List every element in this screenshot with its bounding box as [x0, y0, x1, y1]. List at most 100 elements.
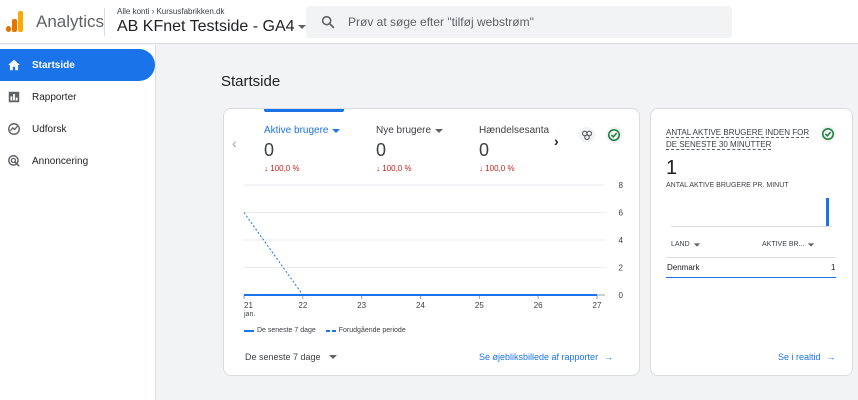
caret-down-icon — [435, 128, 444, 133]
insights-icon[interactable] — [578, 126, 596, 144]
realtime-card: Antal aktive brugere inden for de senest… — [650, 108, 853, 376]
metric-label-text: Nye brugere — [376, 125, 432, 136]
caret-down-icon — [693, 242, 700, 247]
search-bar[interactable]: Prøv at søge efter "tilføj webstrøm" — [306, 6, 732, 38]
realtime-subtitle: Antal aktive brugere pr. minut — [666, 182, 789, 189]
x-tick-label: 25 — [475, 301, 484, 310]
sidebar-item-label: Startside — [32, 59, 75, 71]
y-tick-label: 0 — [619, 291, 624, 300]
table-row-highlight — [666, 277, 836, 278]
metric-change: ↓ 100,0 % — [376, 164, 412, 173]
realtime-title: Antal aktive brugere inden for de senest… — [666, 127, 818, 151]
metric-change: ↓ 100,0 % — [264, 164, 300, 173]
y-tick-label: 8 — [619, 181, 624, 190]
sidebar: Startside Rapporter Udforsk Annoncering — [0, 45, 156, 400]
sidebar-item-annoncering[interactable]: Annoncering — [0, 145, 155, 177]
realtime-link-label: Se i realtid — [778, 352, 821, 362]
caret-down-icon — [328, 355, 337, 359]
breadcrumb-account[interactable]: Kursusfabrikken.dk — [156, 7, 224, 16]
legend-swatch-dashed — [325, 329, 336, 332]
x-tick-label: 23 — [357, 301, 366, 310]
metric-label-text: Aktive brugere — [264, 125, 329, 136]
table-divider — [666, 257, 836, 258]
chevron-right-icon: › — [151, 6, 155, 16]
page-title: Startside — [221, 73, 281, 90]
metric-new-users[interactable]: Nye brugere 0 ↓ 100,0 % — [376, 125, 444, 173]
line-chart: 0246821 22 23 24 25 26 27jan. — [243, 181, 624, 318]
sidebar-item-label: Udforsk — [32, 123, 67, 135]
legend-item-current: De seneste 7 dage — [244, 327, 316, 334]
metric-change: ↓ 100,0 % — [479, 164, 515, 173]
metric-label-active-users[interactable]: Aktive brugere — [264, 125, 341, 136]
active-tab-indicator — [264, 109, 344, 112]
x-tick-label: 24 — [416, 301, 425, 310]
check-circle-icon[interactable] — [605, 126, 623, 144]
metric-value: 0 — [264, 140, 275, 160]
legend-label: De seneste 7 dage — [257, 327, 316, 334]
y-tick-label: 4 — [619, 236, 624, 245]
metric-event-count[interactable]: Hændelsesanta 0 ↓ 100,0 % — [479, 125, 549, 173]
search-icon — [321, 15, 335, 29]
column-label: LAND — [671, 241, 690, 248]
x-tick-label: 27 — [593, 301, 602, 310]
period-selector[interactable]: De seneste 7 dage — [245, 352, 337, 362]
y-tick-label: 2 — [619, 264, 624, 273]
search-input[interactable]: Prøv at søge efter "tilføj webstrøm" — [348, 15, 534, 29]
metric-value: 0 — [479, 140, 490, 160]
table-cell-users: 1 — [831, 263, 836, 272]
breadcrumb-all-accounts[interactable]: Alle konti — [117, 7, 149, 16]
report-snapshot-link[interactable]: Se øjebliksbillede af rapporter → — [479, 352, 613, 362]
column-header-users[interactable]: AKTIVE BR... — [762, 241, 815, 248]
realtime-bar — [825, 198, 829, 226]
legend-label: Forudgående periode — [338, 327, 406, 334]
sidebar-item-label: Rapporter — [32, 91, 77, 103]
property-selector[interactable]: AB KFnet Testside - GA4 — [117, 18, 306, 36]
home-icon — [8, 59, 20, 71]
legend-swatch-solid — [244, 329, 254, 332]
series-line-previous — [243, 212, 597, 296]
table-cell-country: Denmark — [667, 263, 700, 272]
breadcrumb[interactable]: Alle konti › Kursusfabrikken.dk — [117, 6, 225, 16]
metric-active-users[interactable]: Aktive brugere 0 ↓ 100,0 % — [264, 125, 341, 173]
advertising-icon — [8, 155, 20, 167]
chevron-left-icon[interactable]: ‹ — [232, 135, 237, 151]
bar-chart-icon — [8, 91, 20, 103]
property-name: AB KFnet Testside - GA4 — [117, 18, 295, 35]
x-tick-label: 22 — [298, 301, 307, 310]
chevron-right-icon[interactable]: › — [554, 133, 559, 149]
realtime-bar-chart — [671, 195, 831, 227]
overview-card: ‹ Aktive brugere 0 ↓ 100,0 % Nye brugere… — [223, 108, 640, 376]
arrow-right-icon: → — [604, 352, 614, 362]
header-divider — [104, 8, 105, 36]
metric-value: 0 — [376, 140, 387, 160]
metric-label-new-users[interactable]: Nye brugere — [376, 125, 444, 136]
sidebar-item-label: Annoncering — [32, 155, 89, 167]
realtime-link[interactable]: Se i realtid → — [778, 352, 836, 362]
y-tick-label: 6 — [619, 209, 624, 218]
check-circle-icon[interactable] — [819, 125, 837, 143]
period-label: De seneste 7 dage — [245, 352, 321, 362]
x-tick-label: 26 — [534, 301, 543, 310]
report-link-label: Se øjebliksbillede af rapporter — [479, 352, 599, 362]
realtime-title-text: Antal aktive brugere inden for de senest… — [666, 128, 810, 150]
chart-legend: De seneste 7 dage Forudgående periode — [244, 327, 406, 334]
x-tick-label: 21 — [244, 301, 253, 310]
legend-item-previous: Forudgående periode — [325, 327, 406, 334]
realtime-value: 1 — [666, 157, 678, 179]
top-header: Analytics Alle konti › Kursusfabrikken.d… — [0, 0, 858, 44]
column-label: AKTIVE BR... — [762, 241, 805, 248]
caret-down-icon — [808, 242, 815, 247]
analytics-logo-icon[interactable] — [6, 10, 24, 32]
explore-icon — [8, 123, 20, 135]
caret-down-icon — [332, 128, 341, 133]
sidebar-item-rapporter[interactable]: Rapporter — [0, 81, 155, 113]
app-title: Analytics — [36, 12, 105, 31]
arrow-right-icon: → — [826, 352, 836, 362]
caret-down-icon — [297, 25, 306, 29]
sidebar-item-udforsk[interactable]: Udforsk — [0, 113, 155, 145]
column-header-country[interactable]: LAND — [671, 241, 701, 248]
metric-label-text: Hændelsesanta — [479, 125, 550, 136]
x-axis-month-label: jan. — [243, 311, 255, 318]
metric-label-event-count[interactable]: Hændelsesanta — [479, 125, 549, 136]
sidebar-item-startside[interactable]: Startside — [0, 49, 155, 81]
